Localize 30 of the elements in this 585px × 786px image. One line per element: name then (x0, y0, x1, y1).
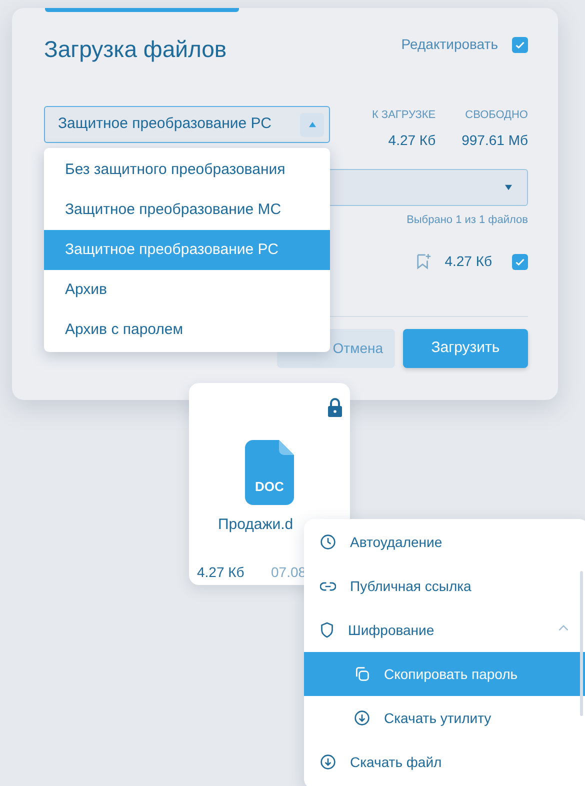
edit-label: Редактировать (401, 35, 498, 54)
checkbox[interactable] (512, 36, 528, 52)
chevron-up-icon[interactable] (558, 625, 569, 631)
dropdown-option[interactable]: Архив (44, 270, 330, 310)
menu-item[interactable]: Скачать файл (304, 740, 585, 784)
clock-icon (320, 534, 336, 550)
download-icon (320, 754, 336, 770)
link-icon (320, 580, 336, 592)
selection-note: Выбрано 1 из 1 файлов (406, 213, 528, 228)
dialog-title: Загрузка файлов (44, 35, 227, 64)
stat-value: 997.61 Мб (462, 130, 528, 150)
protection-select[interactable]: Защитное преобразование РС (44, 106, 330, 143)
menu-item[interactable]: Шифрование (304, 608, 585, 652)
file-size: 4.27 Кб (197, 563, 244, 582)
shield-icon (320, 622, 334, 638)
caret-down-icon (504, 184, 513, 191)
copy-icon (354, 666, 370, 682)
scrollbar[interactable] (580, 571, 583, 716)
document-icon: DOC (245, 440, 294, 505)
stat-value: 4.27 Кб (388, 130, 436, 150)
checkbox[interactable] (512, 254, 528, 270)
file-size: 4.27 Кб (444, 252, 492, 271)
stat-label: К ЗАГРУЗКЕ (372, 108, 436, 123)
dropdown-option[interactable]: Защитное преобразование МС (44, 190, 330, 230)
stat-label: СВОБОДНО (465, 108, 528, 123)
dropdown-option[interactable]: Без защитного преобразования (44, 150, 330, 190)
menu-item[interactable]: Скачать утилиту (304, 696, 585, 740)
download-icon (354, 710, 370, 726)
file-name: Продажи.d (218, 515, 294, 535)
bookmark-icon[interactable] (416, 253, 431, 270)
